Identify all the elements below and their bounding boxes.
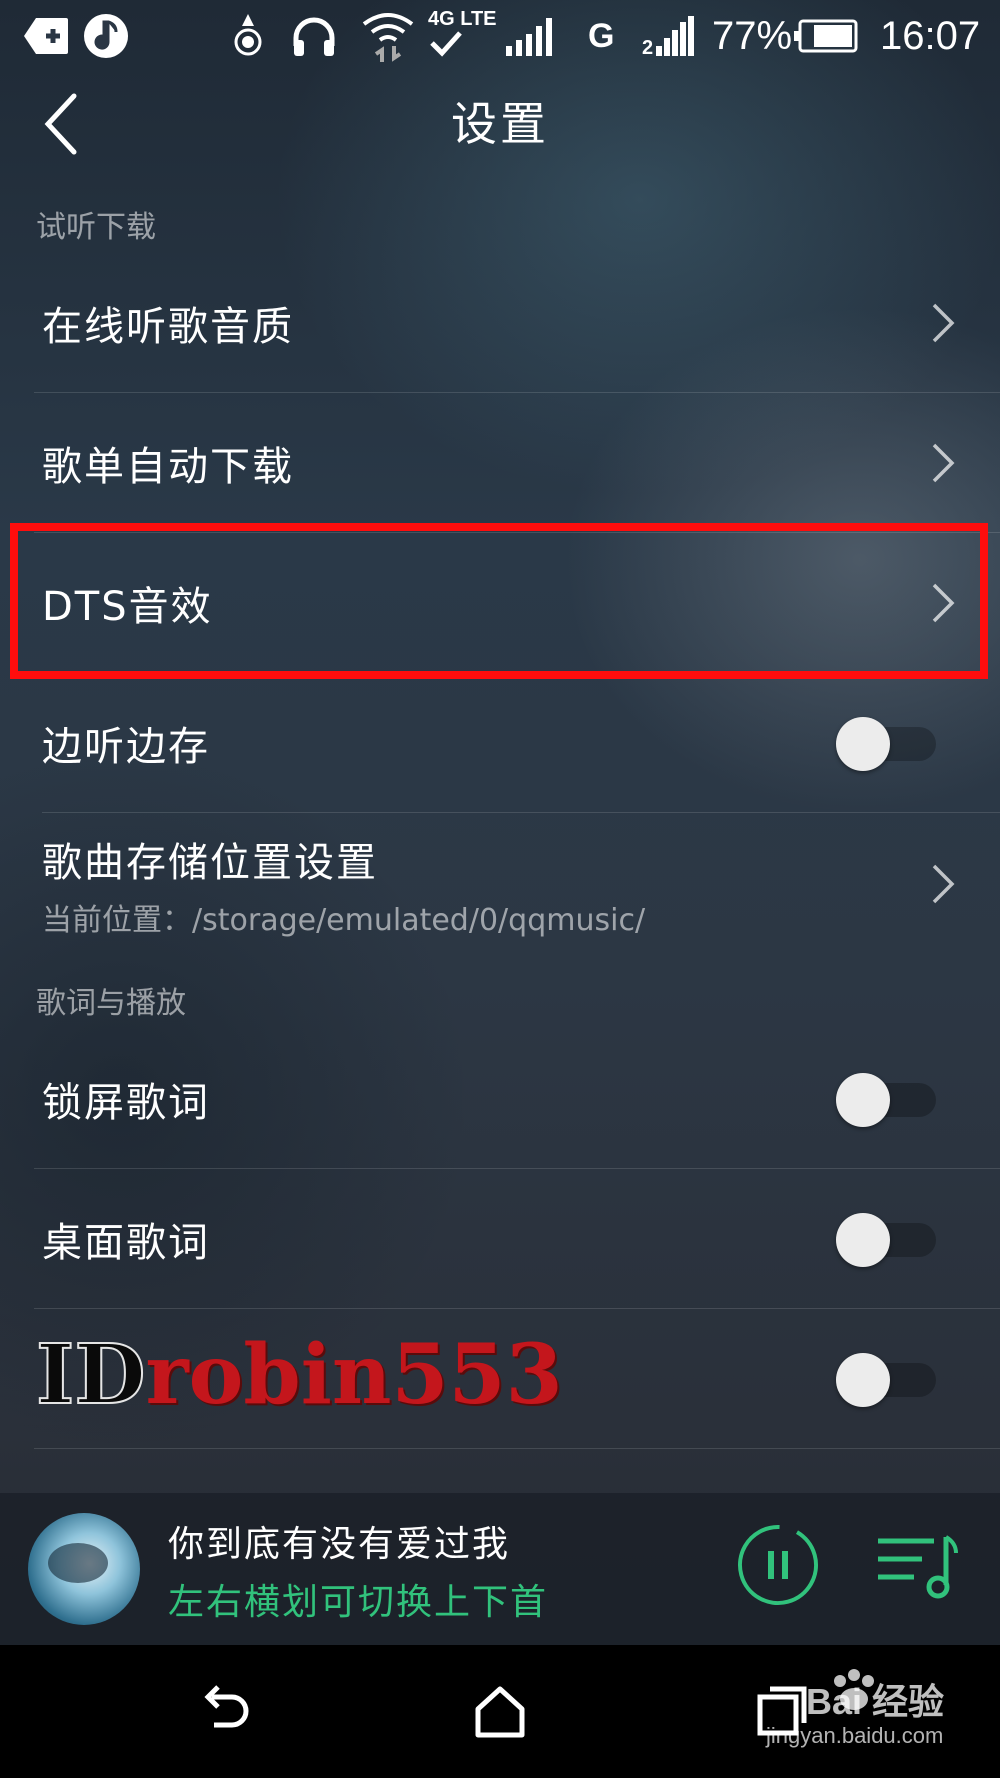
album-art[interactable]: [28, 1513, 140, 1625]
chevron-right-icon: [932, 303, 955, 343]
pause-button[interactable]: [736, 1523, 820, 1607]
nav-home-button[interactable]: [470, 1681, 530, 1741]
wifi-icon: [360, 8, 416, 64]
toggle-knob: [836, 1353, 890, 1407]
chevron-right-icon: [932, 864, 955, 904]
row-label: DTS音效: [42, 584, 213, 630]
divider: [34, 1448, 1000, 1449]
row-online-quality[interactable]: 在线听歌音质: [0, 253, 1000, 393]
row-label: 在线听歌音质: [42, 304, 294, 350]
chevron-right-icon: [932, 443, 955, 483]
signal-1-icon: [504, 8, 558, 64]
row-playlist-auto-download[interactable]: 歌单自动下载: [0, 393, 1000, 533]
song-title: 你到底有没有爱过我: [168, 1524, 511, 1565]
nav-back-icon: [204, 1685, 249, 1728]
baidu-url: jingyan.baidu.com: [766, 1723, 944, 1748]
section-label-lyrics: 歌词与播放: [36, 986, 186, 1021]
clock: 16:07: [880, 13, 981, 58]
headphones-icon: [290, 8, 338, 64]
cache-toggle[interactable]: [836, 715, 936, 771]
system-nav-bar: Bai 经验 jingyan.baidu.com: [0, 1645, 1000, 1778]
baidu-jingyan-watermark: Bai 经验 jingyan.baidu.com: [748, 1669, 988, 1763]
row-storage-location[interactable]: 歌曲存储位置设置 当前位置：/storage/emulated/0/qqmusi…: [0, 813, 1000, 955]
row-lockscreen-lyrics[interactable]: 锁屏歌词: [0, 1029, 1000, 1169]
row-label: 桌面歌词: [42, 1220, 210, 1266]
svg-text:2: 2: [642, 37, 653, 56]
storage-path: 当前位置：/storage/emulated/0/qqmusic/: [42, 903, 646, 938]
watermark-name-text: robin553: [145, 1327, 563, 1423]
qq-music-icon: [82, 8, 130, 64]
notification-add-icon: [22, 8, 70, 64]
signal-2-icon: 2: [642, 8, 698, 64]
watermark-id-text: ID: [35, 1326, 146, 1424]
playlist-button[interactable]: [874, 1533, 960, 1599]
toggle-knob: [836, 1073, 890, 1127]
toggle-knob: [836, 1213, 890, 1267]
row-label: 边听边存: [42, 724, 210, 770]
lte-indicator: 4G LTE: [428, 8, 497, 64]
id-watermark: IDrobin553: [35, 1325, 563, 1425]
page-title: 设置: [451, 97, 549, 151]
baidu-brand: Bai 经验: [806, 1681, 945, 1722]
obscured-setting-toggle[interactable]: [836, 1351, 936, 1407]
check-icon: [430, 31, 462, 57]
chevron-right-icon: [932, 583, 955, 623]
row-desktop-lyrics[interactable]: 桌面歌词: [0, 1169, 1000, 1309]
pause-icon: [738, 1524, 818, 1605]
carrier-g: G: [588, 16, 615, 55]
row-dts-audio[interactable]: DTS音效: [0, 533, 1000, 673]
settings-screen: 4G LTE G 2 77% 16:07 设置 试听下载 在线听歌音质 歌单自动…: [0, 0, 1000, 1778]
battery-percent: 77%: [712, 13, 793, 58]
lockscreen-lyrics-toggle[interactable]: [836, 1071, 936, 1127]
lte-label: 4G LTE: [428, 8, 497, 30]
mini-player[interactable]: 你到底有没有爱过我 左右横划可切换上下首: [0, 1493, 1000, 1645]
desktop-lyrics-toggle[interactable]: [836, 1211, 936, 1267]
swipe-hint: 左右横划可切换上下首: [168, 1582, 549, 1623]
row-cache-while-listening[interactable]: 边听边存: [0, 673, 1000, 813]
section-label-download: 试听下载: [36, 210, 156, 245]
hotspot-icon: [228, 8, 268, 64]
nav-back-button[interactable]: [196, 1681, 256, 1741]
header: 设置: [0, 70, 1000, 220]
row-label: 歌曲存储位置设置: [42, 840, 378, 886]
playlist-icon: [878, 1535, 958, 1599]
row-label: 锁屏歌词: [42, 1080, 210, 1126]
battery-icon: [794, 8, 858, 64]
row-label: 歌单自动下载: [42, 444, 294, 490]
home-icon: [475, 1686, 525, 1738]
toggle-knob: [836, 717, 890, 771]
status-bar: 4G LTE G 2 77% 16:07: [0, 0, 1000, 70]
